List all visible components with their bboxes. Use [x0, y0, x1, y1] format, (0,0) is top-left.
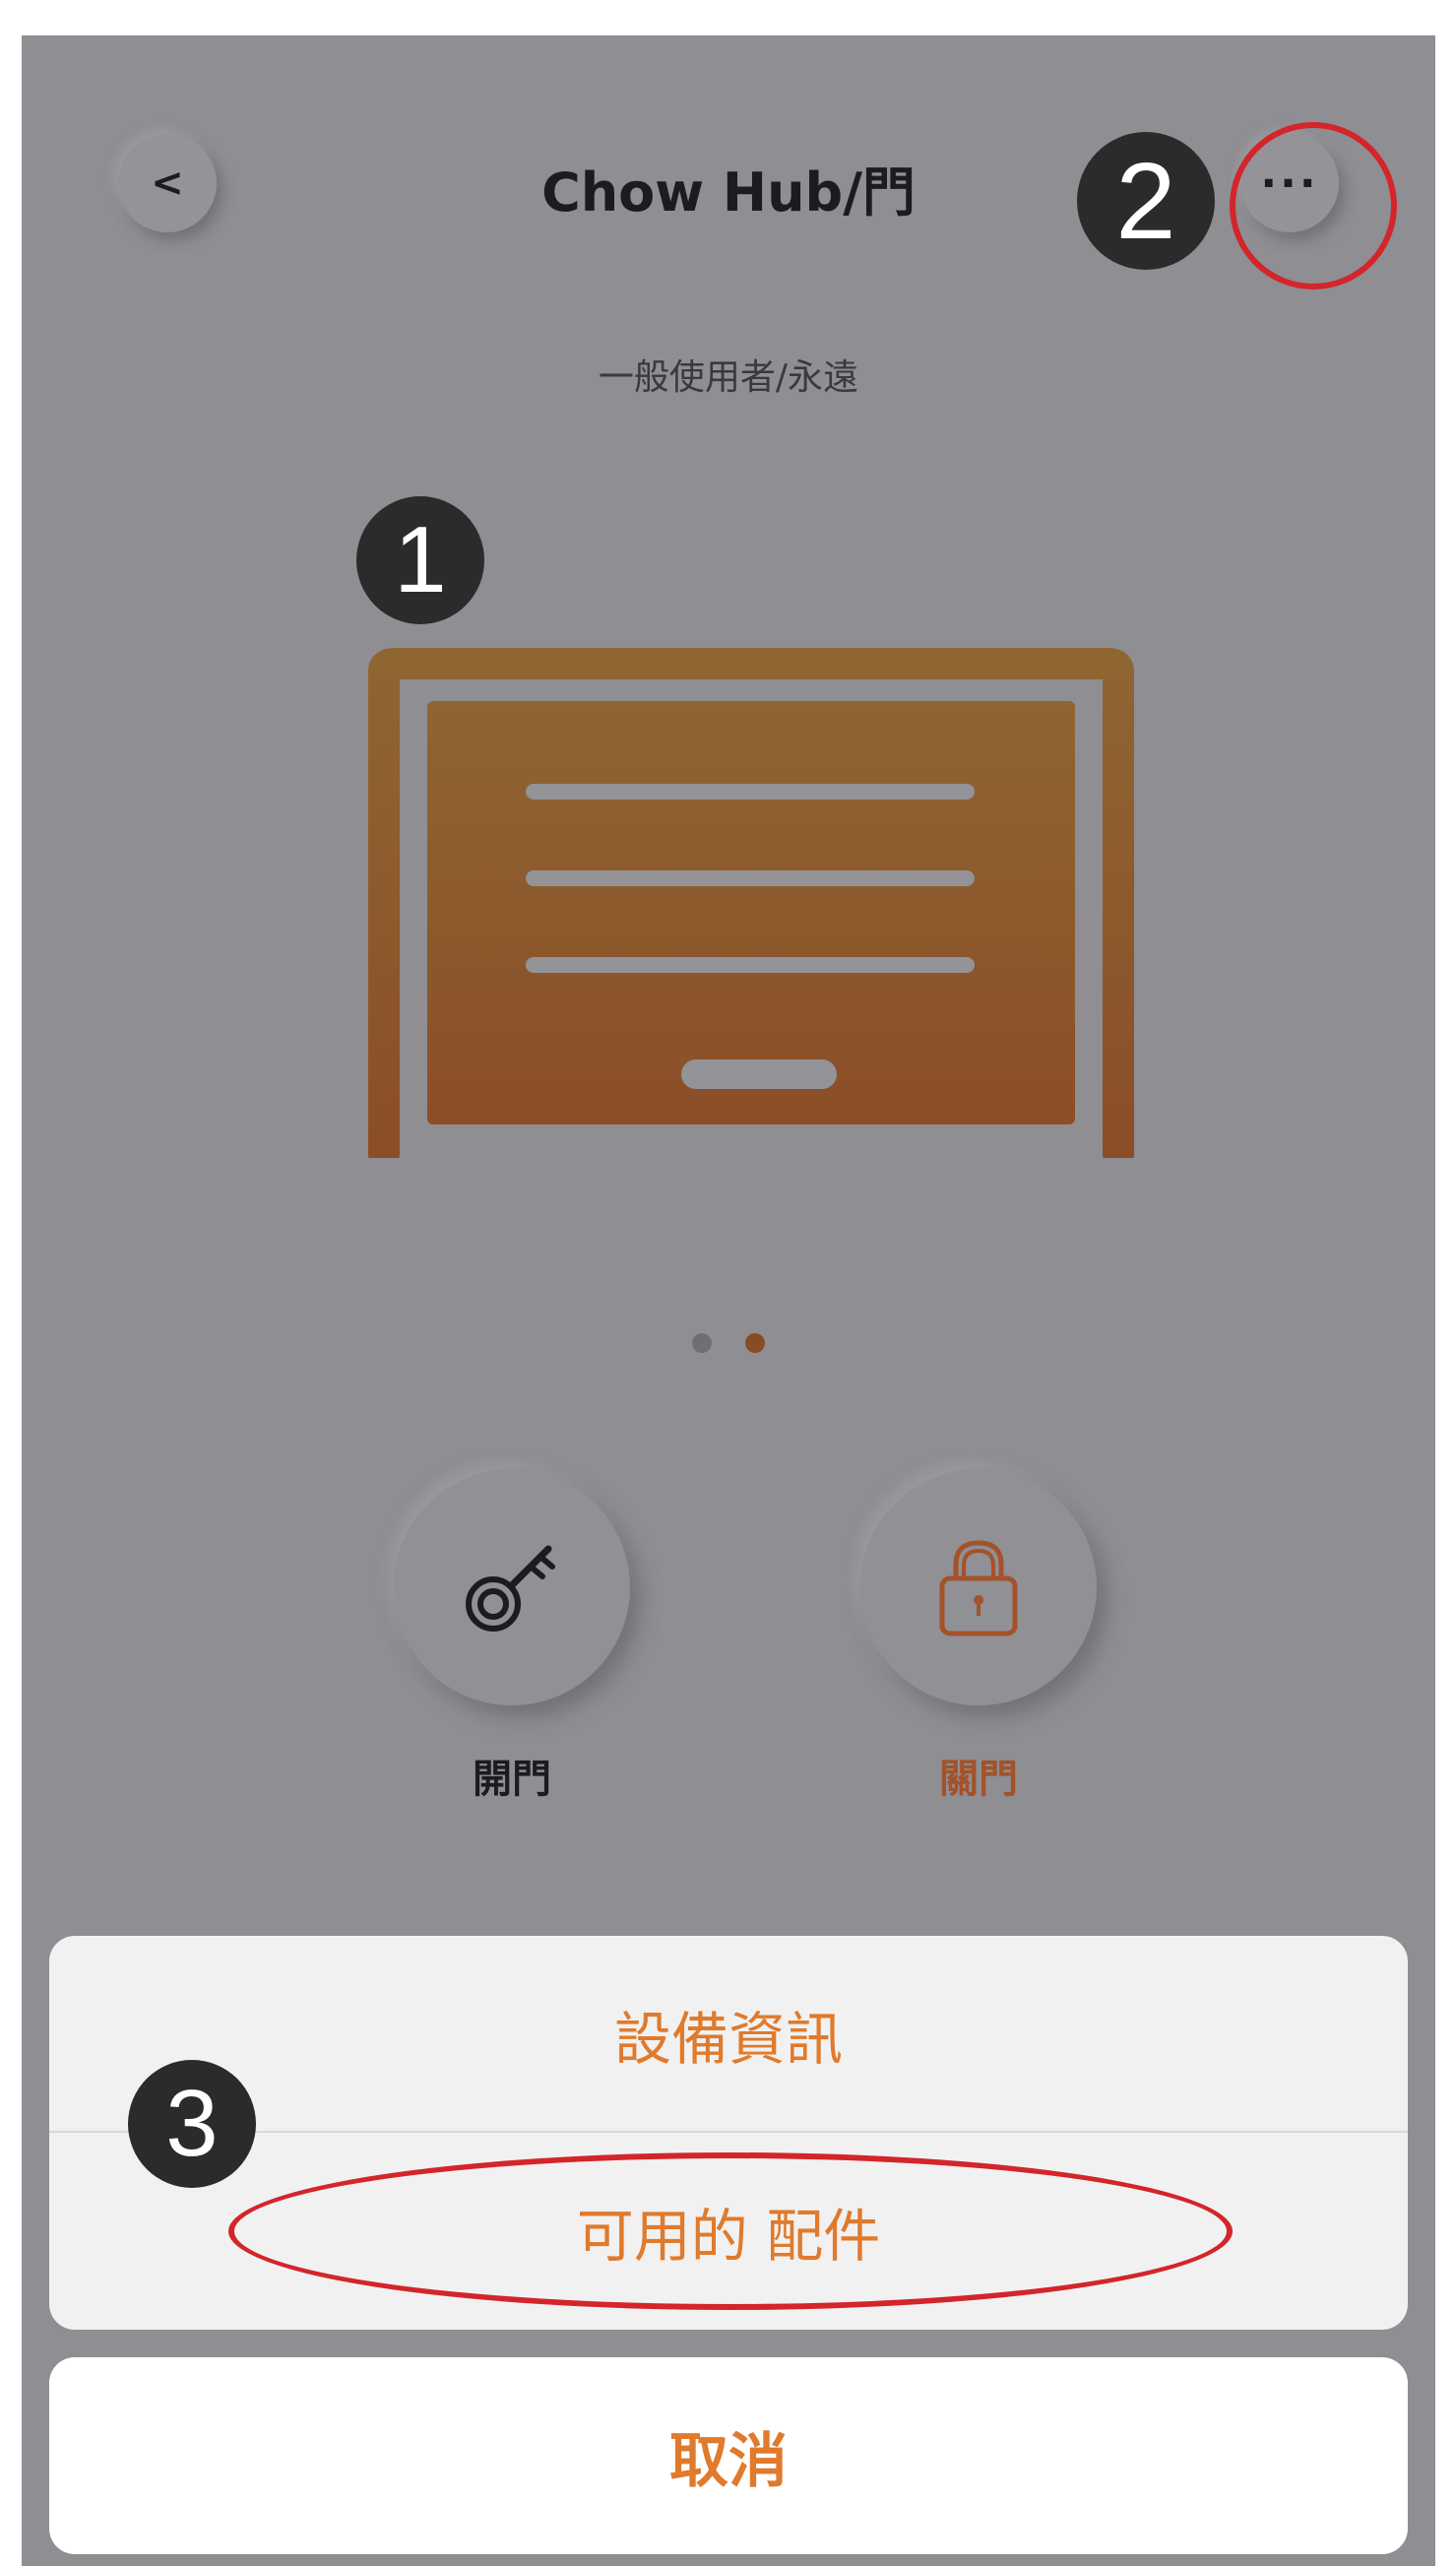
lock-button[interactable] — [860, 1469, 1097, 1705]
user-permission-label: 一般使用者/永遠 — [598, 357, 859, 398]
annotation-highlight-ellipse — [228, 2152, 1233, 2310]
screen: < Chow Hub/門 ··· 2 一般使用者/永遠 1 開門 關門 設備資訊… — [22, 35, 1435, 2566]
unlock-label: 開門 — [473, 1757, 551, 1802]
page-title: Chow Hub/門 — [541, 161, 916, 224]
page-dot-1[interactable] — [692, 1333, 712, 1353]
step-marker-1: 1 — [356, 496, 484, 624]
page-dot-2[interactable] — [745, 1333, 765, 1353]
unlock-button[interactable] — [394, 1469, 630, 1705]
lock-icon — [939, 1540, 1018, 1636]
step-marker-2: 2 — [1077, 132, 1215, 270]
cancel-button[interactable]: 取消 — [49, 2357, 1408, 2554]
annotation-highlight-circle — [1230, 122, 1397, 289]
garage-door-icon[interactable] — [368, 646, 1136, 1158]
lock-label: 關門 — [939, 1757, 1018, 1802]
step-marker-3: 3 — [128, 2060, 256, 2188]
device-info-option[interactable]: 設備資訊 — [49, 1936, 1408, 2133]
page-indicator — [22, 1333, 1435, 1353]
key-icon — [466, 1545, 555, 1632]
